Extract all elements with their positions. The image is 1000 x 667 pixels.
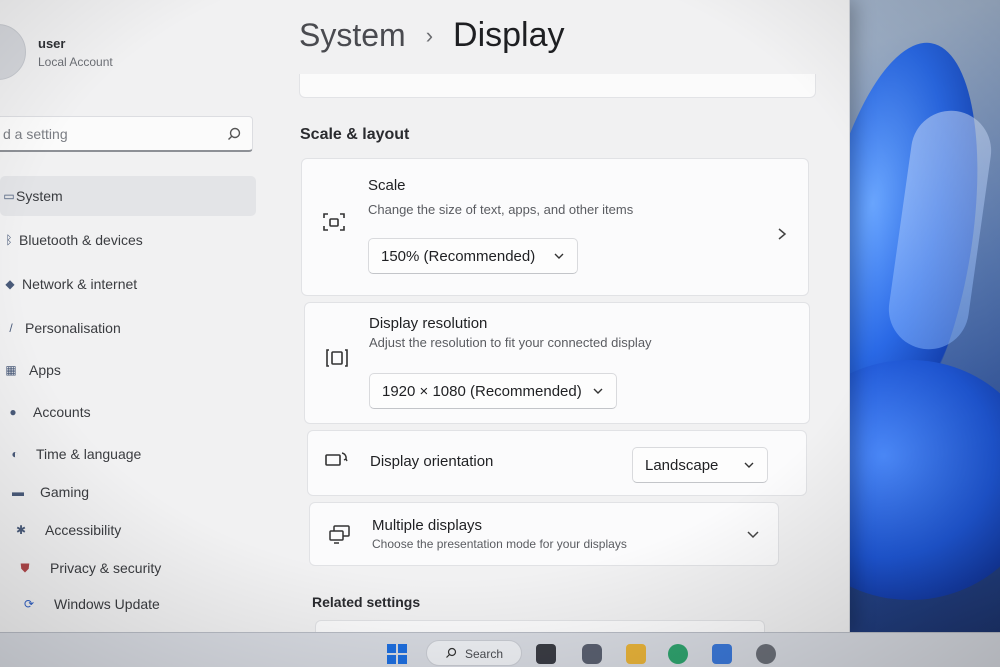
display-resolution-dropdown[interactable]: 1920 × 1080 (Recommended) — [369, 373, 617, 409]
settings-gear-icon[interactable] — [756, 644, 776, 664]
orientation-icon — [325, 452, 348, 466]
sidebar-item-windows-update[interactable]: ⟳ Windows Update — [0, 584, 260, 624]
sidebar-item-network[interactable]: ◆ Network & internet — [0, 264, 260, 304]
user-account-type: Local Account — [38, 55, 113, 69]
display-orientation-dropdown-value: Landscape — [645, 456, 719, 474]
sidebar-item-label: Time & language — [36, 446, 142, 462]
sidebar-item-label: System — [16, 188, 63, 204]
breadcrumb-separator: › — [425, 22, 434, 48]
scale-title: Scale — [368, 177, 406, 194]
user-profile[interactable]: user Local Account — [0, 22, 260, 82]
edge-icon[interactable] — [668, 644, 688, 664]
sidebar-item-privacy[interactable]: ⛊ Privacy & security — [0, 548, 260, 588]
user-name: user — [38, 36, 66, 51]
multiple-displays-icon — [329, 525, 350, 544]
taskbar: Search — [0, 632, 1000, 667]
scale-icon — [323, 213, 345, 231]
sidebar-item-label: Privacy & security — [50, 560, 162, 576]
sidebar-item-label: Windows Update — [54, 596, 160, 612]
monitor-icon: ▭ — [3, 189, 15, 203]
sidebar-item-label: Accessibility — [45, 522, 122, 538]
display-resolution-card: Display resolution Adjust the resolution… — [304, 302, 810, 424]
display-orientation-card: Display orientation Landscape — [307, 430, 807, 496]
accessibility-icon: ✱ — [15, 523, 27, 537]
gamepad-icon: ▬ — [12, 485, 24, 499]
scale-card[interactable]: Scale Change the size of text, apps, and… — [301, 158, 809, 296]
display-resolution-dropdown-value: 1920 × 1080 (Recommended) — [382, 382, 582, 400]
globe-clock-icon: ◐ — [11, 447, 19, 461]
multiple-displays-subtitle: Choose the presentation mode for your di… — [372, 537, 627, 551]
sidebar-item-system[interactable]: ▭ System — [0, 176, 256, 216]
store-icon[interactable] — [712, 644, 732, 664]
search-placeholder: d a setting — [3, 126, 68, 142]
sidebar-item-label: Gaming — [40, 484, 90, 500]
related-settings-title: Related settings — [312, 594, 421, 610]
chevron-down-icon[interactable] — [746, 529, 760, 541]
sidebar-nav: ▭ System ᛒ Bluetooth & devices ◆ Network… — [0, 176, 260, 624]
scale-subtitle: Change the size of text, apps, and other… — [368, 202, 634, 217]
page-title: Display — [453, 16, 565, 54]
chevron-right-icon[interactable] — [776, 227, 788, 241]
brush-icon: / — [9, 321, 13, 335]
chat-icon[interactable] — [582, 644, 602, 664]
bluetooth-icon: ᛒ — [5, 233, 13, 247]
person-icon: ● — [9, 405, 17, 419]
resolution-icon — [326, 349, 348, 367]
sidebar-item-gaming[interactable]: ▬ Gaming — [0, 472, 260, 512]
sidebar-item-bluetooth[interactable]: ᛒ Bluetooth & devices — [0, 220, 260, 260]
sidebar-item-label: Apps — [29, 362, 61, 378]
display-resolution-title: Display resolution — [369, 315, 488, 332]
section-title-scale-layout: Scale & layout — [300, 126, 410, 143]
multiple-displays-card[interactable]: Multiple displays Choose the presentatio… — [309, 502, 779, 566]
sidebar-item-time-language[interactable]: ◐ Time & language — [0, 434, 260, 474]
display-orientation-dropdown[interactable]: Landscape — [632, 447, 768, 483]
taskbar-search-label: Search — [465, 647, 504, 661]
file-explorer-icon[interactable] — [626, 644, 646, 664]
breadcrumb-parent[interactable]: System — [299, 17, 406, 54]
settings-search-input[interactable]: d a setting — [0, 116, 253, 152]
sidebar-item-accessibility[interactable]: ✱ Accessibility — [0, 510, 260, 550]
settings-window: user Local Account d a setting ▭ System … — [0, 0, 850, 632]
task-view-icon[interactable] — [536, 644, 556, 664]
search-icon — [228, 127, 241, 140]
sidebar-item-label: Network & internet — [22, 276, 138, 292]
chevron-down-icon — [744, 462, 754, 468]
sidebar: user Local Account d a setting ▭ System … — [0, 0, 265, 632]
multiple-displays-title: Multiple displays — [372, 517, 483, 534]
scale-dropdown-value: 150% (Recommended) — [381, 247, 536, 265]
sidebar-item-apps[interactable]: ▦ Apps — [0, 350, 260, 390]
display-resolution-subtitle: Adjust the resolution to fit your connec… — [369, 335, 652, 350]
scale-dropdown[interactable]: 150% (Recommended) — [368, 238, 578, 274]
wifi-icon: ◆ — [5, 277, 15, 291]
avatar — [0, 24, 26, 80]
taskbar-search-button[interactable]: Search — [426, 640, 522, 666]
windows-start-icon[interactable] — [386, 643, 408, 665]
sidebar-item-accounts[interactable]: ● Accounts — [0, 392, 260, 432]
main-content: System › Display Scale & layout Scale Ch… — [265, 0, 849, 632]
apps-icon: ▦ — [5, 363, 17, 377]
search-icon — [446, 647, 457, 658]
previous-settings-card — [299, 74, 816, 98]
related-settings-card[interactable] — [315, 620, 765, 632]
sidebar-item-label: Personalisation — [25, 320, 121, 336]
sidebar-item-label: Accounts — [33, 404, 91, 420]
breadcrumb: System › Display — [299, 16, 565, 55]
display-orientation-title: Display orientation — [370, 453, 494, 470]
shield-icon: ⛊ — [20, 560, 30, 575]
sidebar-item-personalisation[interactable]: / Personalisation — [0, 308, 260, 348]
sidebar-item-label: Bluetooth & devices — [19, 232, 143, 248]
chevron-down-icon — [593, 388, 603, 394]
chevron-down-icon — [554, 253, 564, 259]
update-icon: ⟳ — [23, 597, 35, 611]
